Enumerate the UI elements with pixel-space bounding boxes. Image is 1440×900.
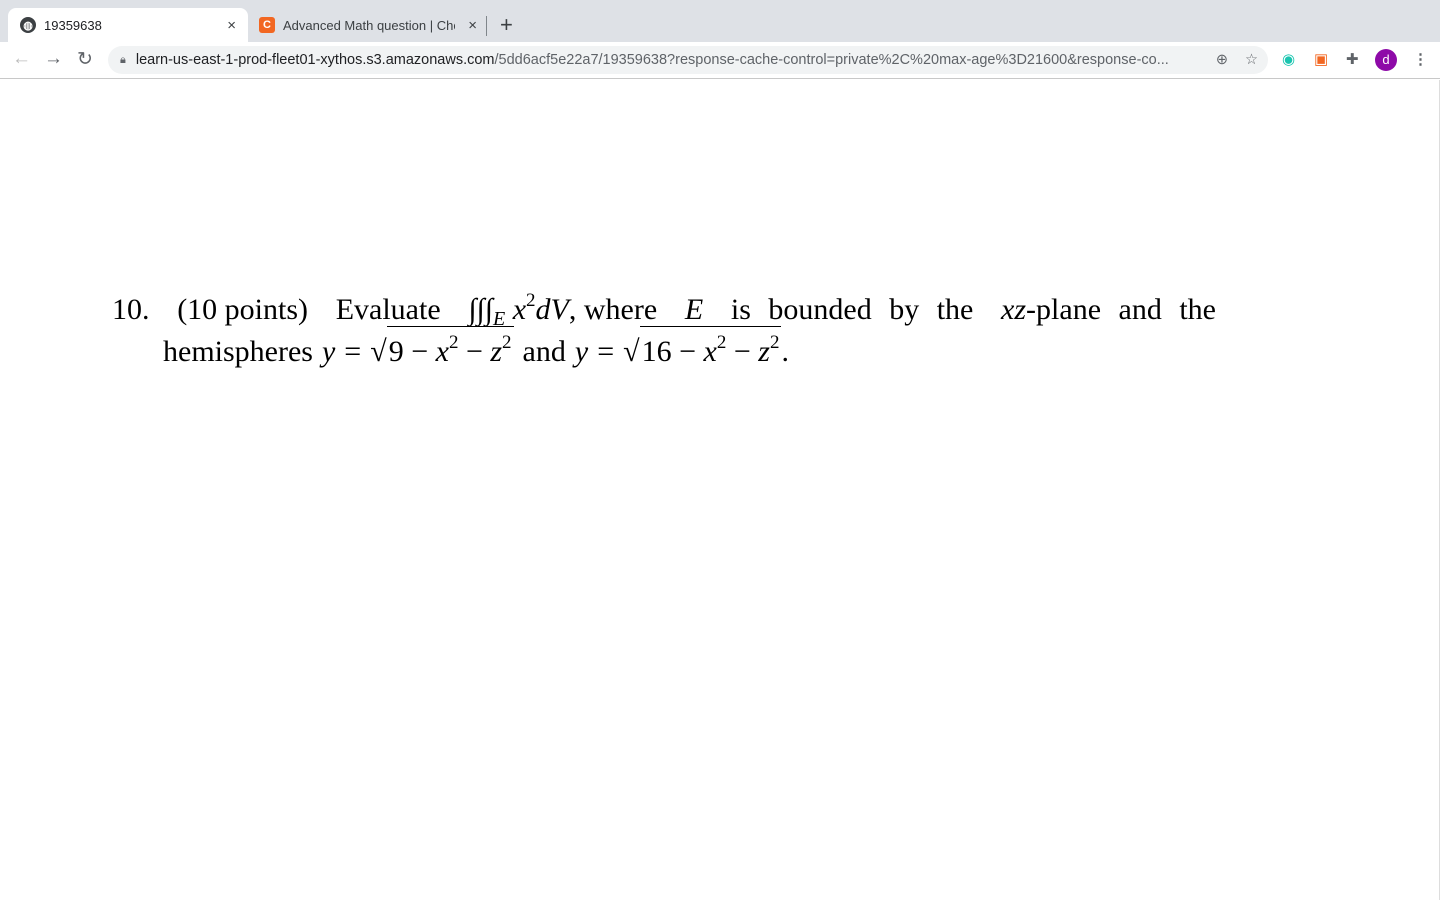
differential: dV (535, 293, 569, 326)
reload-icon[interactable]: ↻ (77, 48, 93, 71)
profile-avatar[interactable]: d (1375, 49, 1397, 71)
text: Evaluate (335, 293, 441, 326)
radical-sign: √ (370, 335, 387, 368)
integral-expression: ∫∫∫E x2dV, where (468, 290, 657, 331)
star-icon[interactable]: ☆ (1245, 52, 1258, 68)
points: (10 points) (177, 293, 309, 326)
tab-chegg[interactable]: C Advanced Math question | Chegg × (250, 8, 485, 42)
zoom-icon[interactable]: ⊕ (1216, 52, 1228, 68)
tab-strip: ◍ 19359638 × C Advanced Math question | … (0, 0, 1440, 42)
region-var: E (684, 293, 704, 326)
document-page (0, 80, 1440, 900)
back-icon[interactable]: ← (12, 48, 31, 70)
url-host: learn-us-east-1-prod-fleet01-xythos.s3.a… (135, 52, 495, 68)
close-tab-icon[interactable]: × (468, 17, 477, 34)
tab-19359638[interactable]: ◍ 19359638 × (8, 8, 248, 42)
problem-number: 10. (112, 293, 150, 326)
integral-sign: ∫∫∫ (468, 293, 493, 326)
problem-line-1: 10. (10 points) Evaluate ∫∫∫E x2dV, wher… (112, 290, 1216, 331)
tab-title: 19359638 (44, 17, 102, 33)
var: xz (1001, 293, 1027, 326)
sqrt-9: √ 9 − x2 − z2 (370, 326, 514, 369)
extensions-puzzle-icon[interactable]: ✚ (1346, 50, 1359, 68)
text: and (522, 335, 566, 368)
new-tab-button[interactable]: + (500, 12, 513, 38)
var: y (321, 335, 336, 368)
text: is bounded by the (730, 293, 974, 326)
lock-icon: 🔒︎ (120, 53, 126, 66)
close-tab-icon[interactable]: × (227, 17, 236, 34)
toolbar: ← → ↻ 🔒︎ learn-us-east-1-prod-fleet01-xy… (0, 42, 1440, 79)
problem-line-2: hemispheres y = √ 9 − x2 − z2 and y = √ 16… (163, 326, 789, 369)
extension-shield-icon[interactable]: ◉ (1282, 50, 1295, 68)
text: hemispheres (163, 335, 313, 368)
menu-icon[interactable]: ⋮ (1413, 50, 1428, 68)
equals: = (344, 335, 362, 368)
tab-separator (486, 16, 487, 36)
var: y (574, 335, 589, 368)
forward-icon[interactable]: → (44, 48, 63, 70)
address-bar[interactable]: 🔒︎ learn-us-east-1-prod-fleet01-xythos.s… (108, 46, 1268, 74)
text: , where (568, 293, 658, 326)
sqrt-16: √ 16 − x2 − z2. (623, 326, 789, 369)
exp: 2 (526, 290, 536, 311)
extension-r-icon[interactable]: ▣ (1314, 50, 1328, 68)
tab-title: Advanced Math question | Chegg (283, 17, 455, 33)
plane: xz-plane and the (1001, 293, 1216, 327)
chegg-icon: C (259, 17, 275, 33)
globe-icon: ◍ (20, 17, 36, 33)
url-path: /5dd6acf5e22a7/19359638?response-cache-c… (494, 52, 1169, 68)
radical-sign: √ (623, 335, 640, 368)
text: -plane and the (1026, 293, 1216, 326)
equals: = (597, 335, 615, 368)
var: x (512, 293, 527, 326)
